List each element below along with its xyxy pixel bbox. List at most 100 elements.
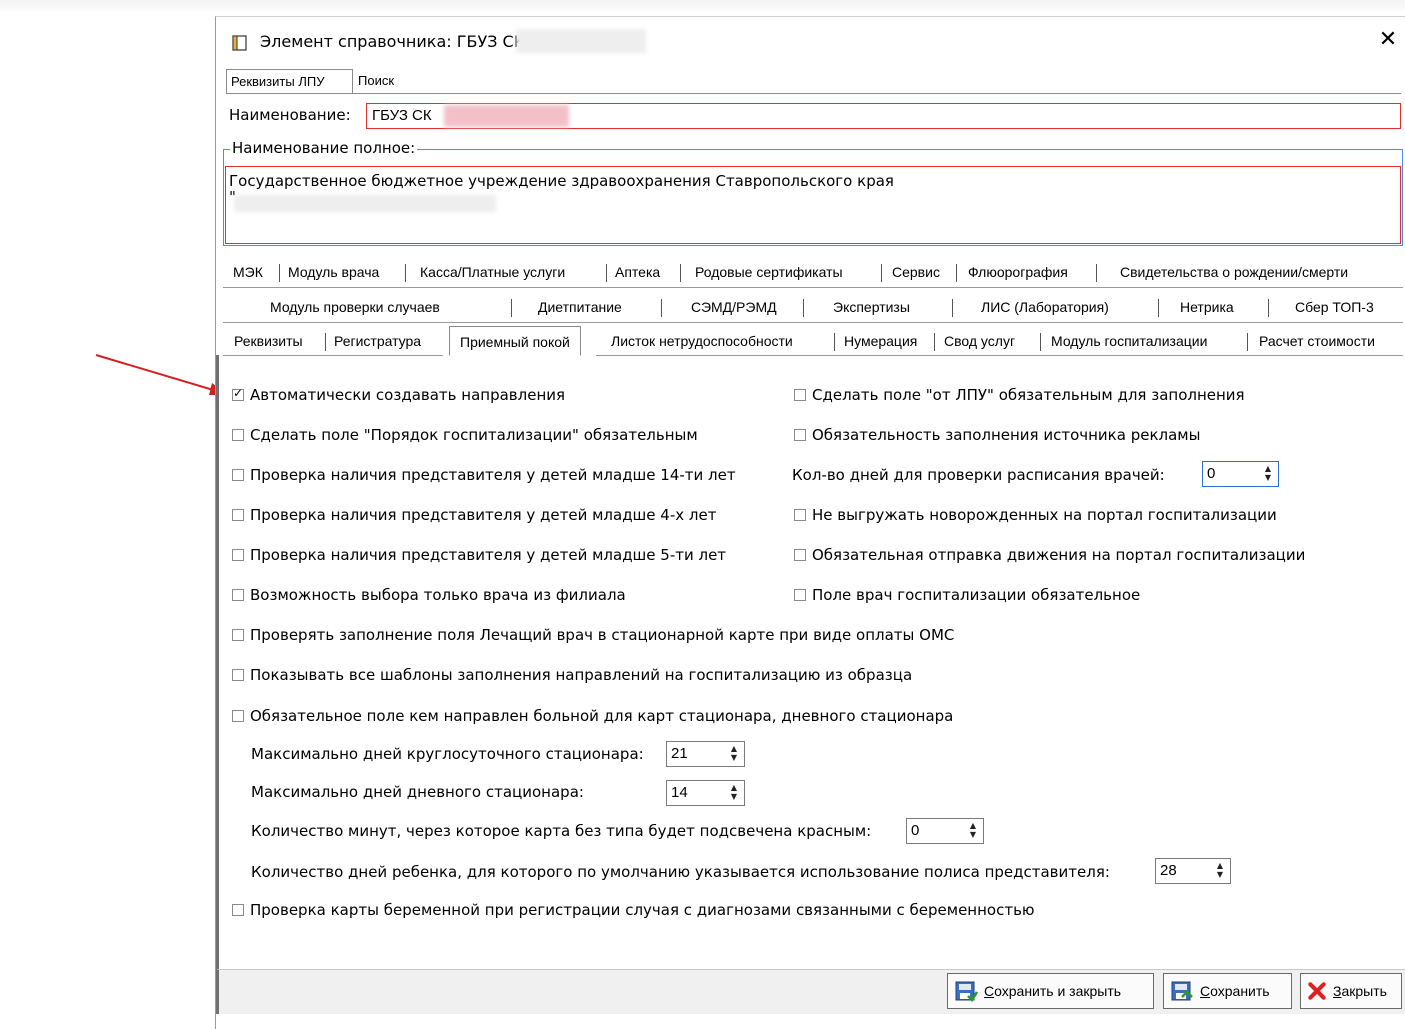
checkbox-representative-4[interactable]: Проверка наличия представителя у детей м… (232, 505, 716, 525)
checkbox-box[interactable] (794, 389, 806, 401)
divider (596, 355, 1403, 356)
checkbox-box[interactable] (232, 904, 244, 916)
days-check-spinner[interactable]: 0 ▲ ▼ (1202, 461, 1279, 487)
redacted-full-name (234, 195, 496, 212)
name-label: Наименование: (229, 106, 351, 124)
tab-priemny-pokoy[interactable]: Приемный покой (449, 326, 581, 356)
tab-service[interactable]: Сервис (892, 257, 940, 287)
checkbox-no-newborn-upload[interactable]: Не выгружать новорожденных на портал гос… (794, 505, 1277, 525)
checkbox-label: Обязательная отправка движения на портал… (812, 546, 1306, 564)
tab-separator (1268, 299, 1269, 317)
dialog-window: Элемент справочника: ГБУЗ СК ✕ Реквизиты… (215, 16, 1405, 1029)
tab-rekvizity[interactable]: Реквизиты (234, 326, 303, 356)
spinner-arrows-icon[interactable]: ▲ ▼ (727, 744, 741, 764)
tab-separator (1158, 299, 1159, 317)
spinner-arrows-icon[interactable]: ▲ ▼ (966, 821, 980, 841)
tab-birth-certificates[interactable]: Родовые сертификаты (695, 257, 843, 287)
checkbox-box[interactable] (794, 429, 806, 441)
checkbox-representative-5[interactable]: Проверка наличия представителя у детей м… (232, 545, 726, 565)
spinner-arrows-icon[interactable]: ▲ ▼ (1261, 464, 1275, 484)
checkbox-box[interactable] (794, 509, 806, 521)
divider (223, 355, 443, 356)
checkbox-box[interactable] (232, 386, 244, 401)
save-button[interactable]: Сохранить (1163, 973, 1292, 1009)
checkbox-attending-doctor-oms[interactable]: Проверять заполнение поля Лечащий врач в… (232, 625, 954, 645)
tab-expertise[interactable]: Экспертизы (833, 292, 910, 322)
tab-separator (279, 264, 280, 282)
checkbox-from-lpu-required[interactable]: Сделать поле "от ЛПУ" обязательным для з… (794, 385, 1245, 405)
checkbox-box[interactable] (794, 549, 806, 561)
checkbox-box[interactable] (232, 669, 244, 681)
tab-row-2: Модуль проверки случаев Диетпитание СЭМД… (223, 292, 1403, 322)
checkbox-box[interactable] (232, 469, 244, 481)
tab-hospitalization-module[interactable]: Модуль госпитализации (1051, 326, 1207, 356)
tab-sber-top3[interactable]: Сбер ТОП-3 (1295, 292, 1374, 322)
save-and-close-button[interactable]: Сохранить и закрыть (947, 973, 1154, 1009)
save-label: Сохранить (1200, 983, 1270, 999)
checkbox-box[interactable] (232, 509, 244, 521)
tab-mek[interactable]: МЭК (233, 257, 263, 287)
redacted-name (444, 105, 569, 127)
spinner-value: 14 (671, 784, 688, 801)
tab-numbering[interactable]: Нумерация (844, 326, 917, 356)
checkbox-hospital-doctor-required[interactable]: Поле врач госпитализации обязательное (794, 585, 1140, 605)
tab-diet[interactable]: Диетпитание (538, 292, 622, 322)
tab-separator (881, 264, 882, 282)
checkbox-box[interactable] (794, 589, 806, 601)
tab-sick-leave[interactable]: Листок нетрудоспособности (611, 326, 793, 356)
tab-separator (1247, 333, 1248, 351)
minutes-highlight-spinner[interactable]: 0 ▲ ▼ (906, 818, 984, 844)
tab-separator (934, 333, 935, 351)
checkbox-box[interactable] (232, 710, 244, 722)
spinner-arrows-icon[interactable]: ▲ ▼ (1213, 861, 1227, 881)
tab-services-summary[interactable]: Свод услуг (944, 326, 1015, 356)
tab-separator (680, 264, 681, 282)
tab-cost-calculation[interactable]: Расчет стоимости (1259, 326, 1375, 356)
checkbox-auto-create-referrals[interactable]: Автоматически создавать направления (232, 385, 565, 405)
checkbox-label: Не выгружать новорожденных на портал гос… (812, 506, 1277, 524)
document-icon (232, 35, 247, 51)
tab-row-3: Реквизиты Регистратура Приемный покой Ли… (223, 326, 1403, 356)
tab-netrika[interactable]: Нетрика (1180, 292, 1234, 322)
checkbox-ad-source-required[interactable]: Обязательность заполнения источника рекл… (794, 425, 1200, 445)
max-days-day-label: Максимально дней дневного стационара: (251, 783, 584, 801)
checkbox-box[interactable] (232, 589, 244, 601)
tab-kassa[interactable]: Касса/Платные услуги (420, 257, 565, 287)
tab-case-check-module[interactable]: Модуль проверки случаев (270, 292, 440, 322)
close-button[interactable]: Закрыть (1300, 973, 1402, 1009)
checkbox-movement-send-required[interactable]: Обязательная отправка движения на портал… (794, 545, 1305, 565)
checkbox-pregnancy-card-check[interactable]: Проверка карты беременной при регистраци… (232, 900, 1035, 920)
redacted-title (516, 29, 646, 53)
tab-fluorography[interactable]: Флюорография (968, 257, 1068, 287)
checkbox-representative-14[interactable]: Проверка наличия представителя у детей м… (232, 465, 736, 485)
tab-search[interactable]: Поиск (354, 69, 402, 93)
window-title: Элемент справочника: ГБУЗ СК (260, 32, 526, 51)
divider (226, 93, 1401, 94)
checkbox-box[interactable] (232, 429, 244, 441)
checkbox-branch-doctor-only[interactable]: Возможность выбора только врача из филиа… (232, 585, 626, 605)
tab-doctor-module[interactable]: Модуль врача (288, 257, 379, 287)
tab-apteka[interactable]: Аптека (615, 257, 660, 287)
close-icon[interactable]: ✕ (1373, 25, 1403, 55)
tab-registratura[interactable]: Регистратура (334, 326, 421, 356)
tab-birth-death-certificates[interactable]: Свидетельства о рождении/смерти (1120, 257, 1348, 287)
tab-lis[interactable]: ЛИС (Лаборатория) (981, 292, 1109, 322)
max-days-day-spinner[interactable]: 14 ▲ ▼ (666, 780, 745, 806)
divider (223, 322, 1403, 323)
max-days-round-clock-spinner[interactable]: 21 ▲ ▼ (666, 741, 745, 767)
checkbox-label: Автоматически создавать направления (250, 386, 566, 404)
checkbox-box[interactable] (232, 629, 244, 641)
spinner-arrows-icon[interactable]: ▲ ▼ (727, 783, 741, 803)
checkbox-referred-by-required[interactable]: Обязательное поле кем направлен больной … (232, 706, 953, 726)
tab-separator (834, 333, 835, 351)
tab-rekvizity-lpu[interactable]: Реквизиты ЛПУ (226, 69, 353, 93)
checkbox-show-all-templates[interactable]: Показывать все шаблоны заполнения направ… (232, 665, 912, 685)
tab-semd-remd[interactable]: СЭМД/РЭМД (691, 292, 777, 322)
spinner-value: 0 (1207, 465, 1216, 482)
checkbox-box[interactable] (232, 549, 244, 561)
tab-separator (511, 299, 512, 317)
tab-row-1: МЭК Модуль врача Касса/Платные услуги Ап… (223, 257, 1403, 287)
tab-separator (952, 299, 953, 317)
child-days-spinner[interactable]: 28 ▲ ▼ (1155, 858, 1231, 884)
checkbox-hospitalization-order-required[interactable]: Сделать поле "Порядок госпитализации" об… (232, 425, 698, 445)
